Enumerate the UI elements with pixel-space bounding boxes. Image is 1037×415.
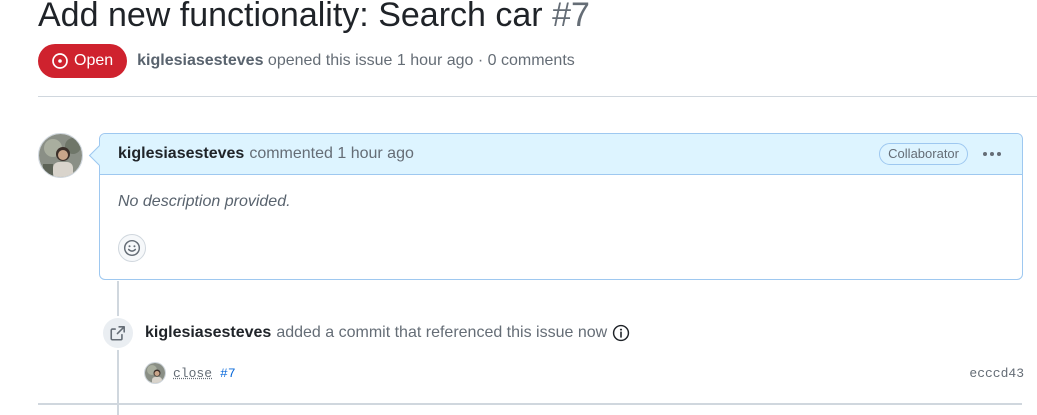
- avatar[interactable]: [38, 133, 83, 178]
- kebab-horizontal-icon: [983, 152, 1001, 156]
- commit-sha-link[interactable]: ecccd43: [969, 366, 1024, 381]
- comment-header-actions: Collaborator: [879, 142, 1004, 166]
- issue-opened-icon: [52, 53, 68, 69]
- add-reaction-button[interactable]: [118, 234, 146, 262]
- commit-issue-ref-link[interactable]: #7: [220, 366, 236, 381]
- comment-header: kiglesiasesteves commented 1 hour ago Co…: [100, 134, 1022, 175]
- comment-body: No description provided.: [118, 193, 291, 210]
- comment-author-link[interactable]: kiglesiasesteves: [118, 145, 244, 163]
- issue-number: #7: [552, 0, 590, 34]
- event-badge: [101, 316, 135, 350]
- cross-reference-icon: [110, 326, 125, 341]
- commit-message-link[interactable]: close: [173, 366, 212, 381]
- role-badge: Collaborator: [879, 143, 968, 165]
- issue-page: Add new functionality: Search car #7 Ope…: [0, 0, 1037, 415]
- event-author-link[interactable]: kiglesiasesteves: [145, 324, 271, 342]
- commit-avatar-image: [145, 363, 165, 383]
- status-badge: Open: [38, 44, 128, 78]
- smiley-icon: [123, 239, 141, 257]
- issue-author-link[interactable]: kiglesiasesteves: [137, 52, 263, 69]
- comment-box: kiglesiasesteves commented 1 hour ago Co…: [99, 133, 1023, 280]
- header-divider: [38, 96, 1037, 97]
- comment-timestamp[interactable]: commented 1 hour ago: [249, 145, 414, 163]
- commit-author-avatar[interactable]: [144, 362, 166, 384]
- event-description: added a commit that referenced this issu…: [276, 324, 608, 341]
- issue-meta-text: kiglesiasesteves opened this issue 1 hou…: [137, 52, 575, 70]
- comment-menu-button[interactable]: [980, 142, 1004, 166]
- timeline-event: kiglesiasesteves added a commit that ref…: [145, 322, 630, 344]
- avatar-image: [39, 134, 82, 177]
- info-icon[interactable]: [612, 324, 630, 342]
- timeline-divider: [38, 403, 1022, 405]
- status-label: Open: [74, 52, 114, 69]
- commit-row: close #7 ecccd43: [144, 361, 1024, 385]
- issue-meta: Open kiglesiasesteves opened this issue …: [38, 44, 575, 78]
- issue-opened-text: opened this issue 1 hour ago · 0 comment…: [267, 52, 575, 69]
- issue-title-text: Add new functionality: Search car: [38, 0, 543, 34]
- issue-title: Add new functionality: Search car #7: [38, 0, 590, 40]
